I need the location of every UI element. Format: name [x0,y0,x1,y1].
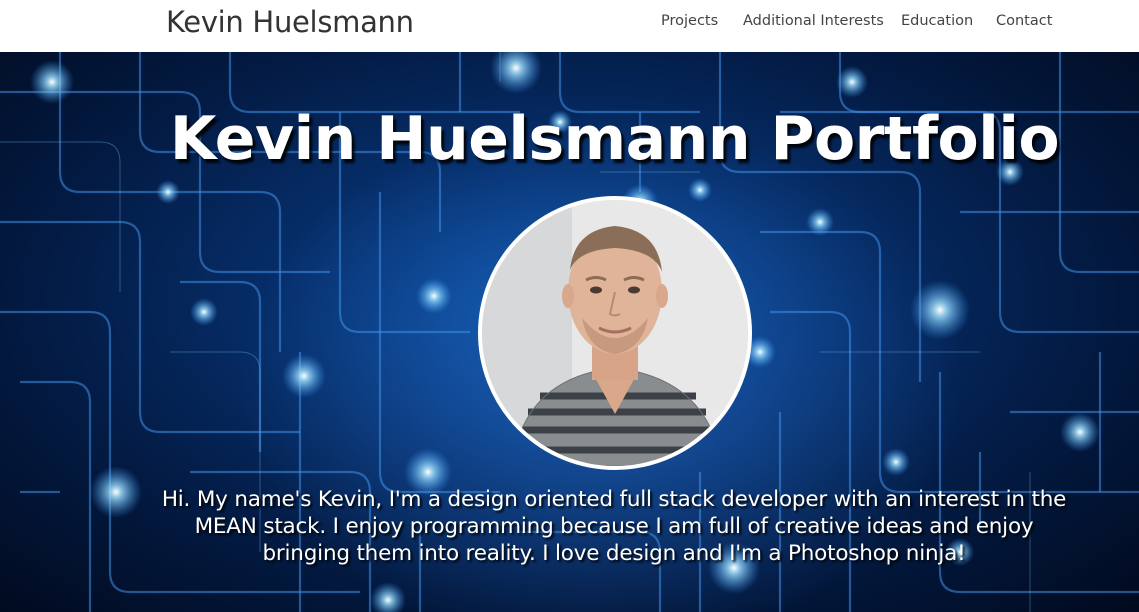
nav-link-contact[interactable]: Contact [996,12,1052,30]
nav-menu: Projects Additional Interests Education … [0,12,1139,32]
bio-text: Hi. My name's Kevin, I'm a design orient… [161,487,1067,566]
hero-title: Kevin Huelsmann Portfolio [169,104,1060,174]
nav-link-additional-interests[interactable]: Additional Interests [743,12,884,30]
nav-link-projects[interactable]: Projects [661,12,718,30]
hero-section: Kevin Huelsmann Portfolio Hi. My name's … [0,52,1139,612]
navbar: Kevin Huelsmann Projects Additional Inte… [0,0,1139,52]
profile-photo [482,200,748,466]
nav-link-education[interactable]: Education [901,12,973,30]
profile-avatar [478,196,752,470]
